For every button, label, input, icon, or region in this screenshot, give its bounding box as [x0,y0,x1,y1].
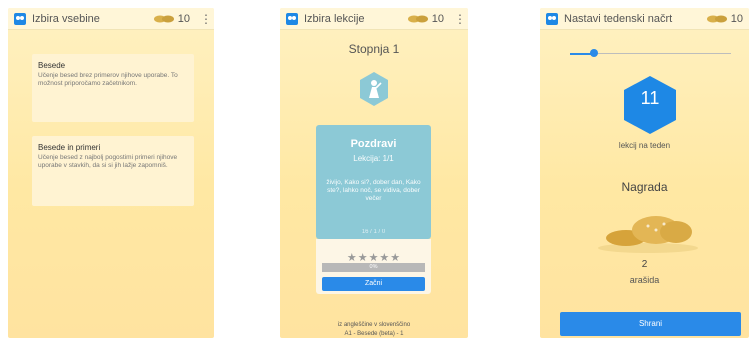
peanut-counter: 10 [153,13,190,25]
course-language: iz angleščine v slovenščino [337,322,411,328]
lessons-per-week-value: 11 [640,88,660,108]
lesson-words: živijo, Kako si?, dober dan, Kako ste?, … [326,179,421,202]
app-logo-icon [286,12,298,25]
more-vert-icon[interactable]: ⋮ [454,12,466,26]
save-button[interactable]: Shrani [560,312,741,336]
app-bar-title: Nastavi tedenski načrt [564,12,673,25]
course-name: A1 - Besede (beta) - 1 [344,331,404,337]
peanut-icon [153,15,174,22]
lesson-card[interactable]: Pozdravi Lekcija: 1/1 živijo, Kako si?, … [316,125,431,239]
app-bar: Nastavi tedenski načrt 10 [540,8,749,30]
reward-unit: arašida [629,275,660,285]
peanut-counter: 10 [706,13,743,25]
peanut-count-value: 10 [177,12,190,25]
screen-weekly-plan: Nastavi tedenski načrt 10 11 lekcij na t… [540,8,749,338]
peanut-counter: 10 [407,13,444,25]
app-logo-icon [546,12,558,25]
screen-lesson-selection: Izbira lekcije 10 ⋮ Stopnja 1 Pozdravi L… [280,8,468,338]
lesson-progress-bar: 0% [322,263,425,272]
peanut-icon [706,15,727,22]
app-bar-title: Izbira vsebine [32,12,100,25]
lessons-per-week-label: lekcij na teden [618,141,671,150]
lesson-subtitle: Lekcija: 1/1 [353,154,394,163]
lesson-title: Pozdravi [350,138,397,150]
app-bar: Izbira lekcije 10 ⋮ [280,8,468,30]
lessons-slider-thumb[interactable] [590,49,599,57]
start-lesson-button[interactable]: Začni [322,277,425,291]
screen-content-selection: Izbira vsebine 10 ⋮ Besede Učenje besed … [8,8,214,338]
peanut-count-value: 10 [431,12,444,25]
content-option-words[interactable]: Besede Učenje besed brez primerov njihov… [32,54,194,122]
content-option-words-examples[interactable]: Besede in primeri Učenje besed z najbolj… [32,136,194,206]
peanuts-reward-icon [598,216,698,253]
lesson-meta: 16 / 1 / 0 [361,229,386,235]
app-logo-icon [14,12,26,25]
option-description: Učenje besed brez primerov njihove upora… [38,72,178,87]
reward-amount: 2 [641,259,648,270]
app-bar: Izbira vsebine 10 ⋮ [8,8,214,30]
reward-title: Nagrada [621,180,668,194]
option-title: Besede in primeri [38,143,101,152]
level-title: Stopnja 1 [348,42,400,56]
peanut-count-value: 10 [730,12,743,25]
progress-label: 0% [369,264,378,270]
app-bar-title: Izbira lekcije [304,12,365,25]
option-description: Učenje besed z najbolj pogostimi primeri… [38,154,178,169]
course-info: iz angleščine v slovenščino A1 - Besede … [280,321,468,338]
more-vert-icon[interactable]: ⋮ [200,12,212,26]
peanut-icon [407,15,428,22]
greeting-person-hex-icon [360,72,388,106]
option-title: Besede [38,61,66,70]
